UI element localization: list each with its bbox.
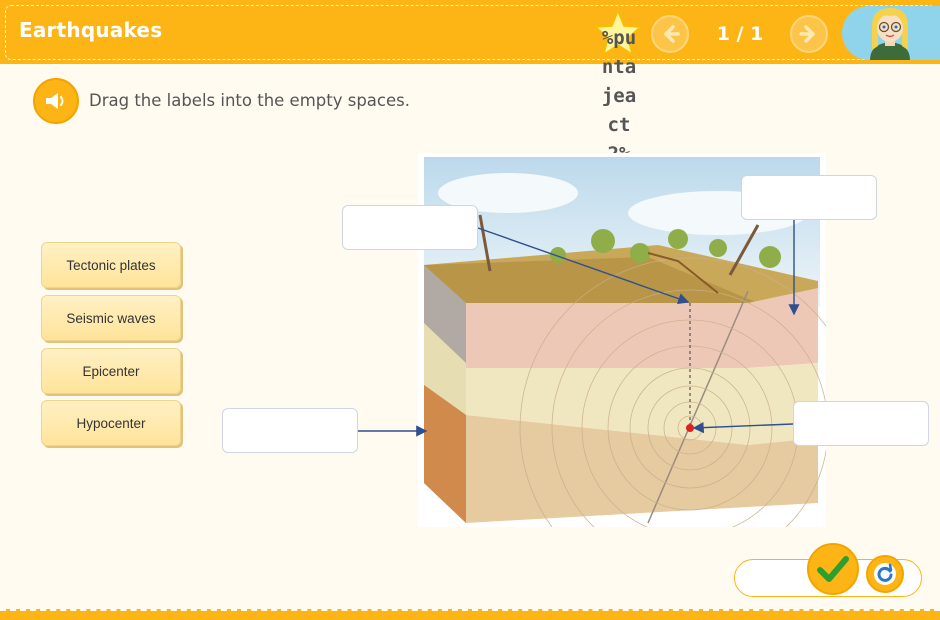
draggable-label-epicenter[interactable]: Epicenter [41, 348, 181, 394]
hypocenter-dot [686, 424, 694, 432]
header-bar: Earthquakes 1 / 1 [0, 0, 940, 64]
instruction-text: Drag the labels into the empty spaces. [89, 91, 410, 110]
draggable-label-tectonic-plates[interactable]: Tectonic plates [41, 242, 181, 288]
page-counter: 1 / 1 [716, 23, 764, 45]
audio-instruction-button[interactable] [33, 78, 79, 124]
draggable-label-hypocenter[interactable]: Hypocenter [41, 400, 181, 446]
check-answer-button[interactable] [807, 543, 859, 595]
draggable-label-seismic-waves[interactable]: Seismic waves [41, 295, 181, 341]
checkmark-icon [817, 556, 849, 582]
avatar-tab[interactable] [842, 6, 940, 60]
drop-target-hypocenter[interactable] [793, 401, 929, 446]
refresh-icon [874, 563, 896, 585]
speaker-icon [46, 93, 64, 109]
drop-target-tectonic-plates[interactable] [741, 175, 877, 220]
arrow-left-icon [664, 25, 680, 43]
footer-bar [0, 609, 940, 620]
drop-target-seismic-waves[interactable] [222, 408, 358, 453]
next-page-button[interactable] [790, 15, 828, 53]
avatar-girl-icon [870, 8, 910, 60]
score-placeholder-text: %puntajeact2% [601, 27, 637, 160]
reset-button[interactable] [866, 555, 904, 593]
page-title: Earthquakes [19, 18, 163, 42]
previous-page-button[interactable] [651, 15, 689, 53]
drop-target-epicenter[interactable] [342, 205, 478, 250]
arrow-right-icon [799, 25, 815, 43]
